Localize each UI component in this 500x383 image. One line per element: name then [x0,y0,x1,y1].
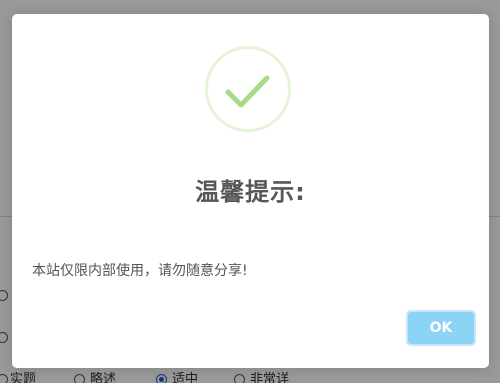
checkmark-icon [225,75,270,108]
dialog-title: 温馨提示: [195,178,306,206]
ok-button[interactable]: OK [406,310,476,346]
dialog-message: 本站仅限内部使用，请勿随意分享! [32,263,248,279]
screen: 实题 略述 适中 非常详 温馨提示: 本站仅限内部使用，请勿随意分享! OK [0,0,500,383]
success-check-icon [205,46,291,132]
alert-dialog: 温馨提示: 本站仅限内部使用，请勿随意分享! OK [12,14,489,368]
